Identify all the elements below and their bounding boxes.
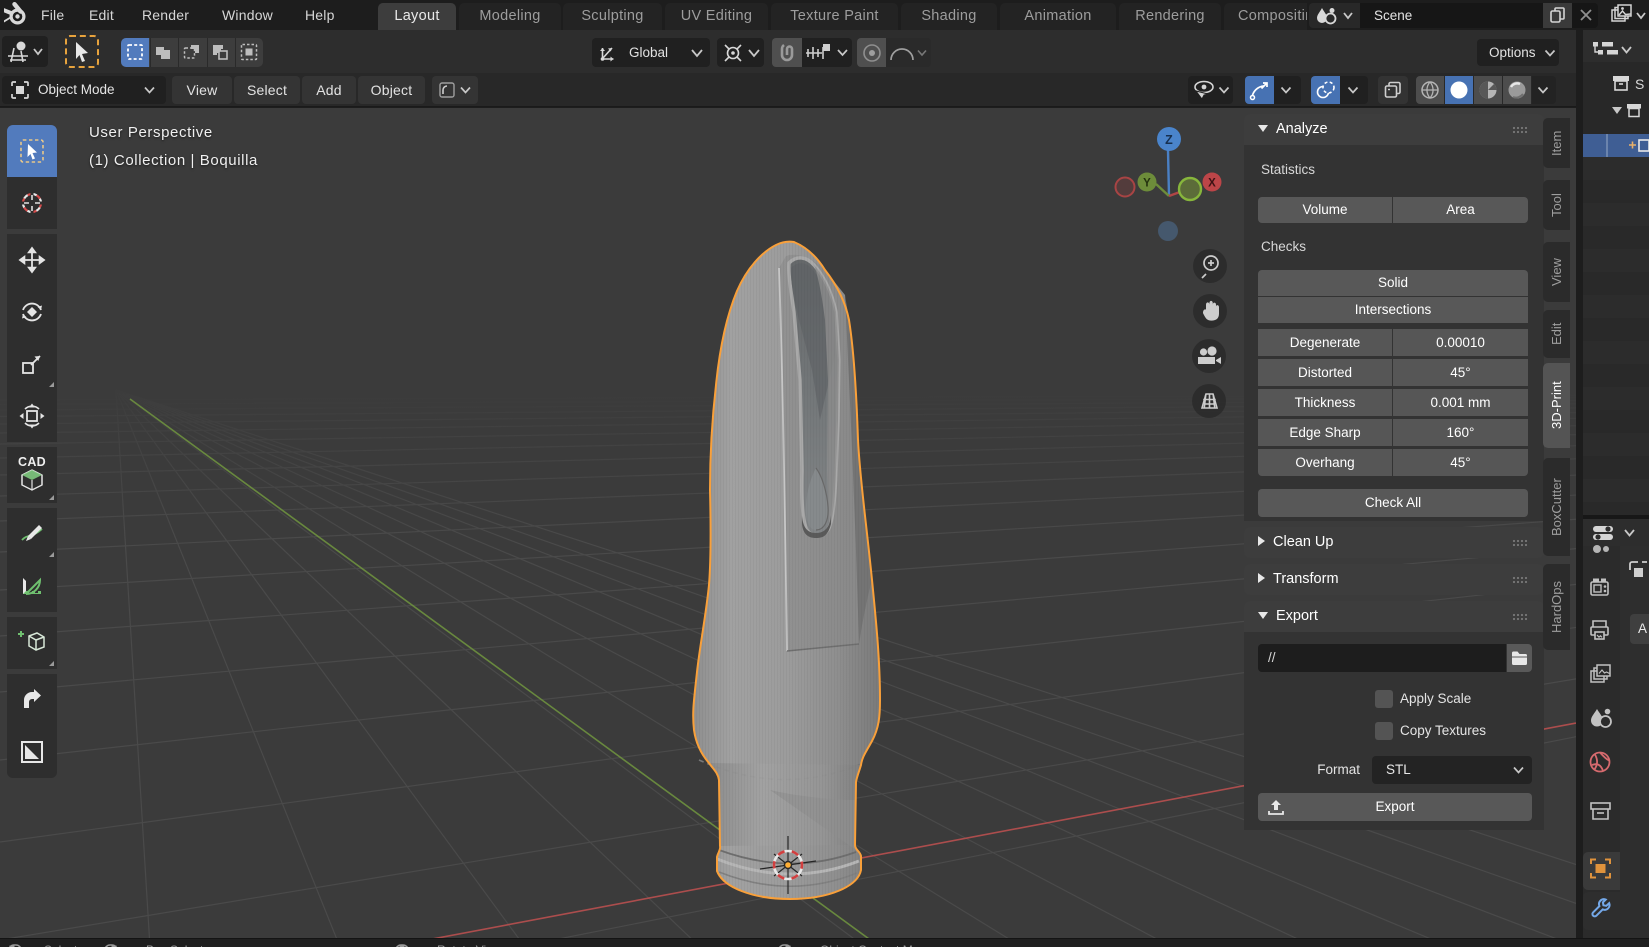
svg-text:X: X: [1208, 178, 1216, 190]
svg-text:S: S: [1635, 76, 1644, 92]
svg-text:Z: Z: [1165, 133, 1173, 147]
svg-text:Y: Y: [1143, 178, 1151, 190]
